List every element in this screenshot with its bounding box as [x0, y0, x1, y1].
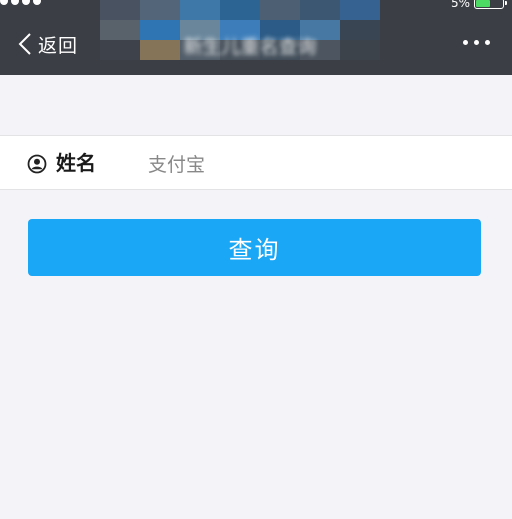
- signal-strength-icon: [0, 0, 41, 7]
- name-label: 姓名: [56, 151, 96, 175]
- page-title: 新生儿重名查询: [183, 36, 317, 58]
- query-button[interactable]: 查询: [28, 219, 481, 276]
- battery-indicator: 5%: [450, 0, 507, 10]
- name-field-row: 姓名: [0, 135, 512, 190]
- status-bar: 5%: [0, 0, 512, 16]
- user-circle-icon: [27, 154, 47, 174]
- chevron-left-icon: [18, 33, 31, 55]
- nav-bar: 5% 返回 新生儿重名查询: [0, 0, 512, 75]
- back-label: 返回: [38, 34, 79, 57]
- name-input[interactable]: [148, 146, 478, 180]
- more-dots-icon: [463, 40, 468, 45]
- back-button[interactable]: 返回: [18, 30, 78, 58]
- battery-percent: 5%: [450, 0, 470, 10]
- battery-icon: [474, 0, 507, 9]
- more-button[interactable]: [463, 40, 490, 45]
